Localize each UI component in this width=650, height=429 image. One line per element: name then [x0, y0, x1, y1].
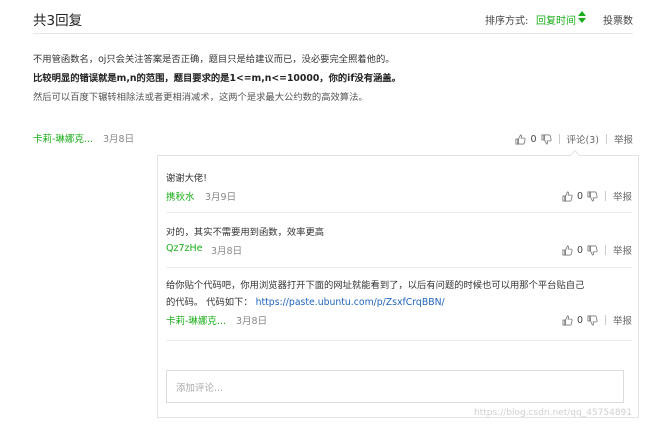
sort-by-votes-button[interactable]: 投票数 — [603, 12, 633, 27]
thumbs-down-icon[interactable] — [587, 191, 598, 202]
thumbs-down-icon[interactable] — [587, 245, 598, 256]
comment-author-link[interactable]: Qz7zHe — [166, 243, 202, 254]
answer-date: 3月8日 — [103, 134, 135, 145]
action-divider — [558, 134, 560, 144]
comment-author-link[interactable]: 卡莉-琳娜克... — [166, 313, 226, 327]
comment-text: 谢谢大佬! — [166, 173, 207, 184]
comment-date: 3月8日 — [236, 316, 268, 327]
comment-actions: 0 举报 — [562, 243, 632, 257]
answer-line-1: 不用管函数名，oj只会关注答案是否正确，题目只是给建议而已，没必要完全照着他的。 — [33, 54, 395, 65]
comment-meta: Qz7zHe 3月8日 0 举报 — [166, 243, 632, 259]
comment-report-link[interactable]: 举报 — [613, 243, 632, 257]
comment-date: 3月9日 — [205, 192, 237, 203]
comment-actions: 0 举报 — [562, 189, 632, 203]
comments-toggle-button[interactable]: 评论(3) — [567, 132, 599, 146]
sort-toggle-icon[interactable] — [578, 11, 586, 23]
answer-meta: 卡莉-琳娜克... 3月8日 0 评论(3) 举报 — [33, 131, 633, 147]
answer-line-2: 比较明显的错误就是m,n的范围，题目要求的是1<=m,n<=10000，你的if… — [33, 73, 401, 84]
comment-text-line: 给你贴个代码吧，你用浏览器打开下面的网址就能看到了，以后有问题的时候也可以用那个… — [166, 280, 585, 291]
comment-date: 3月8日 — [211, 246, 243, 257]
comment-report-link[interactable]: 举报 — [613, 189, 632, 203]
answer-line-3: 然后可以百度下辗转相除法或者更相消减术，这两个是求最大公约数的高效算法。 — [33, 92, 368, 103]
thumbs-up-icon[interactable] — [562, 191, 573, 202]
action-divider — [604, 191, 606, 201]
action-divider — [605, 134, 607, 144]
comment-meta: 携秋水 3月9日 0 举报 — [166, 189, 632, 205]
comments-panel: 谢谢大佬! 携秋水 3月9日 0 举报 对的，其实不需要用到函数，效率更高 Qz… — [157, 150, 639, 418]
answer-body: 不用管函数名，oj只会关注答案是否正确，题目只是给建议而已，没必要完全照着他的。… — [33, 50, 633, 107]
comment-text: 给你贴个代码吧，你用浏览器打开下面的网址就能看到了，以后有问题的时候也可以用那个… — [166, 277, 632, 311]
comment-text: 对的，其实不需要用到函数，效率更高 — [166, 227, 325, 238]
comment-meta: 卡莉-琳娜克... 3月8日 0 举报 — [166, 313, 632, 329]
comment-vote-count: 0 — [576, 244, 583, 256]
replies-count-title: 共3回复 — [33, 13, 83, 29]
thumbs-up-icon[interactable] — [515, 134, 527, 145]
panel-caret — [570, 150, 580, 156]
answer-vote-count: 0 — [530, 133, 537, 145]
action-divider — [604, 245, 606, 255]
comment-vote-count: 0 — [576, 190, 583, 202]
comment-report-link[interactable]: 举报 — [613, 313, 632, 327]
answer-actions: 0 评论(3) 举报 — [515, 131, 633, 147]
thumbs-down-icon[interactable] — [541, 134, 552, 145]
sort-label: 排序方式: — [485, 16, 529, 27]
watermark-text: https://blog.csdn.net/qq_45754891 — [474, 408, 633, 418]
comment-vote-count: 0 — [576, 314, 583, 326]
comment-item: 给你贴个代码吧，你用浏览器打开下面的网址就能看到了，以后有问题的时候也可以用那个… — [166, 277, 632, 341]
answer-report-link[interactable]: 举报 — [614, 132, 633, 146]
comment-author-link[interactable]: 携秋水 — [166, 189, 195, 203]
thumbs-down-icon[interactable] — [587, 315, 598, 326]
paste-url-link[interactable]: https://paste.ubuntu.com/p/ZsxfCrqBBN/ — [256, 297, 445, 308]
thumbs-up-icon[interactable] — [562, 315, 573, 326]
comment-item: 谢谢大佬! 携秋水 3月9日 0 举报 — [166, 170, 632, 213]
replies-header: 共3回复 排序方式: 回复时间 投票数 — [33, 0, 633, 34]
add-comment-input[interactable]: 添加评论... — [166, 370, 624, 403]
thumbs-up-icon[interactable] — [562, 245, 573, 256]
comment-text-line: 的代码。 代码如下： https://paste.ubuntu.com/p/Zs… — [166, 294, 632, 311]
comment-text-prefix: 的代码。 代码如下： — [166, 297, 253, 308]
comment-item: 对的，其实不需要用到函数，效率更高 Qz7zHe 3月8日 0 举报 — [166, 224, 632, 268]
sort-by-time-button[interactable]: 回复时间 — [536, 12, 576, 27]
answer-author-link[interactable]: 卡莉-琳娜克... — [33, 131, 93, 145]
comment-actions: 0 举报 — [562, 313, 632, 327]
action-divider — [604, 315, 606, 325]
